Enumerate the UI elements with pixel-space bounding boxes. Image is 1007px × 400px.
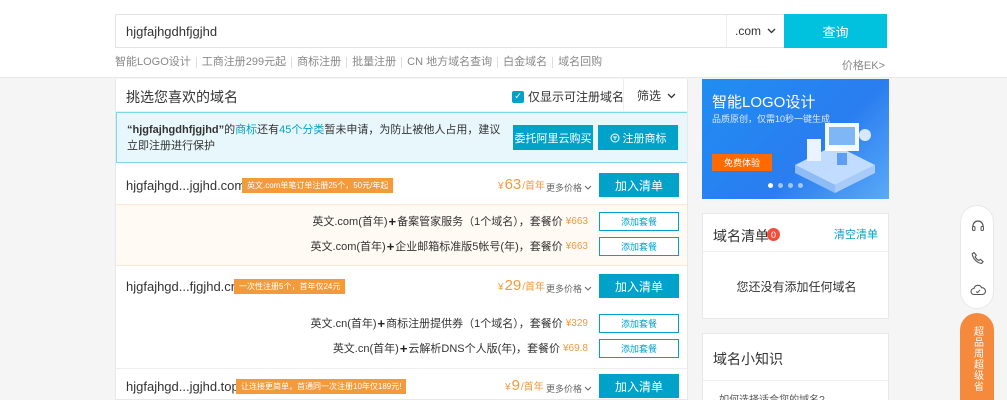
notice-query: “hjgfajhgdhfjgjhd” [127,124,225,136]
domain-knowledge-title: 域名小知识 [713,351,783,367]
domain-row-main: hjgfajhgd...jgjhd.com 英文.com单笔订单注册25个，50… [116,168,687,204]
package-list: 英文.com(首年) + 备案管家服务（1个域名），套餐价 ¥663 添加套餐 英文.… [116,204,687,266]
price: ¥9/首年 [505,377,544,394]
clear-list-link[interactable]: 清空清单 [834,226,878,242]
add-package-button[interactable]: 添加套餐 [599,314,679,333]
domain-list-empty-text: 您还没有添加任何域名 [736,280,857,294]
add-to-list-button[interactable]: 加入清单 [599,173,679,197]
add-to-list-button[interactable]: 加入清单 [599,274,679,298]
domain-list-count-badge: 0 [767,228,780,241]
quick-link-platinum[interactable]: 白金域名 [498,57,554,68]
quick-link-batch-register[interactable]: 批量注册 [347,57,403,68]
side-promo-tab[interactable]: 超品周超级省 [960,313,994,400]
domain-list-title: 域名清单 [713,228,769,244]
cloud-tool[interactable] [961,274,995,306]
search-box: .com 查询 [115,14,887,48]
more-price-toggle[interactable]: 更多价格 [546,181,592,194]
only-registrable-label: 仅显示可注册域名 [528,90,625,104]
domain-name: hjgfajhgd...jgjhd.com [126,178,246,193]
filter-label: 筛选 [636,89,661,103]
package-line: 英文.cn(首年) + 云解析DNS个人版(年)，套餐价 ¥69.8 [332,340,588,356]
domain-name: hjgfajhgd...jgjhd.top [126,379,239,394]
checkbox-checked-icon[interactable]: ✓ [512,90,524,103]
chevron-down-icon [584,286,592,291]
package-list: 英文.cn(首年) + 商标注册提供券（1个域名），套餐价 ¥329 添加套餐 英文.… [116,305,687,367]
side-toolbar [960,205,994,309]
more-price-toggle[interactable]: 更多价格 [546,382,592,395]
results-header: 挑选您喜欢的域名 ✓ 仅显示可注册域名 筛选 [116,79,687,112]
register-trademark-button[interactable]: 注册商标 [598,125,678,150]
free-trial-button[interactable]: 免费体验 [712,154,772,171]
results-title: 挑选您喜欢的域名 [126,89,238,105]
entrust-purchase-button[interactable]: 委托阿里云购买 [513,125,593,150]
domain-knowledge-header: 域名小知识 [703,334,888,381]
customer-service-tool[interactable] [961,210,995,242]
domain-name: hjgfajhgd...fjgjhd.cn [126,279,239,294]
quick-link-buyback[interactable]: 域名回购 [553,57,607,68]
domain-knowledge-card: 域名小知识 · 如何选择适合您的域名? [702,333,889,400]
chevron-down-icon [584,185,592,190]
quick-link-logo[interactable]: 智能LOGO设计 [115,57,197,68]
trademark-icon [610,133,619,142]
promo-tag: 英文.com单笔订单注册25个，50元/年起 [242,178,394,193]
package-line: 英文.cn(首年) + 商标注册提供券（1个域名），套餐价 ¥329 [310,315,588,331]
add-package-button[interactable]: 添加套餐 [599,212,679,231]
domain-row-main: hjgfajhgd...fjgjhd.cn 一次性注册5个，首年仅24元 ¥29… [116,269,687,305]
search-button[interactable]: 查询 [784,14,887,48]
quick-link-company-registration[interactable]: 工商注册299元起 [197,57,293,68]
promo-tag: 一次性注册5个，首年仅24元 [234,279,346,294]
domain-row: hjgfajhgd...fjgjhd.cn 一次性注册5个，首年仅24元 ¥29… [116,269,687,367]
only-registrable-toggle[interactable]: ✓ 仅显示可注册域名 [512,88,624,105]
chevron-down-icon [767,28,776,34]
domain-row: hjgfajhgd...jgjhd.top 让连接更简单，首通同一次注册10年仅… [116,369,687,399]
domain-search-input[interactable] [116,15,726,47]
notice-categories-link[interactable]: 45个分类 [279,124,324,136]
phone-tool[interactable] [961,242,995,274]
cloud-icon [970,284,986,296]
header: .com 查询 智能LOGO设计 工商注册299元起 商标注册 批量注册 CN … [0,0,1007,78]
plus-icon: + [388,213,397,229]
carousel-dots [768,183,803,188]
quick-links: 智能LOGO设计 工商注册299元起 商标注册 批量注册 CN 地方域名查询 白… [115,57,607,68]
tld-select[interactable]: .com [726,15,784,47]
filter-dropdown[interactable]: 筛选 [623,79,687,112]
domain-row-main: hjgfajhgd...jgjhd.top 让连接更简单，首通同一次注册10年仅… [116,369,687,399]
headset-icon [972,220,984,231]
tld-select-value: .com [734,24,761,38]
package-line: 英文.com(首年) + 企业邮箱标准版5帐号(年)，套餐价 ¥663 [310,238,588,254]
price: ¥29/首年 [498,277,546,294]
trademark-notice-text: “hjgfajhgdhfjgjhd”的商标还有45个分类暂未申请，为防止被他人占… [127,124,501,152]
plus-icon: + [399,340,408,356]
phone-icon [971,251,984,264]
promo-tag: 让连接更简单，首通同一次注册10年仅189元! [236,379,407,394]
domain-list-header: 域名清单 0 清空清单 [703,214,888,252]
plus-icon: + [377,315,386,331]
chevron-down-icon [667,93,676,98]
domain-list-card: 域名清单 0 清空清单 您还没有添加任何域名 [702,213,889,319]
plus-icon: + [386,238,395,254]
carousel-dot[interactable] [798,183,803,188]
quick-link-cn-local[interactable]: CN 地方域名查询 [402,57,499,68]
trademark-notice: “hjgfajhgdhfjgjhd”的商标还有45个分类暂未申请，为防止被他人占… [116,112,687,163]
carousel-dot[interactable] [768,183,773,188]
isometric-illustration-icon [795,123,875,193]
domain-row: hjgfajhgd...jgjhd.com 英文.com单笔订单注册25个，50… [116,168,687,266]
quick-link-trademark[interactable]: 商标注册 [292,57,348,68]
more-price-toggle[interactable]: 更多价格 [546,282,592,295]
knowledge-question-link[interactable]: · 如何选择适合您的域名? [713,391,825,400]
add-package-button[interactable]: 添加套餐 [599,339,679,358]
register-trademark-label: 注册商标 [622,132,667,145]
logo-design-banner[interactable]: 智能LOGO设计 品质原创，仅需10秒一键生成 免费体验 [702,79,889,199]
price-link[interactable]: 价格EK> [842,57,885,73]
results-panel: 挑选您喜欢的域名 ✓ 仅显示可注册域名 筛选 “hjgfajhgdhfjgjhd… [115,79,688,400]
carousel-dot[interactable] [778,183,783,188]
package-line: 英文.com(首年) + 备案管家服务（1个域名），套餐价 ¥663 [312,213,588,229]
carousel-dot[interactable] [788,183,793,188]
chevron-down-icon [584,386,592,391]
add-to-list-button[interactable]: 加入清单 [599,374,679,398]
price: ¥63/首年 [498,176,546,193]
add-package-button[interactable]: 添加套餐 [599,237,679,256]
notice-trademark-link[interactable]: 商标 [235,124,257,136]
